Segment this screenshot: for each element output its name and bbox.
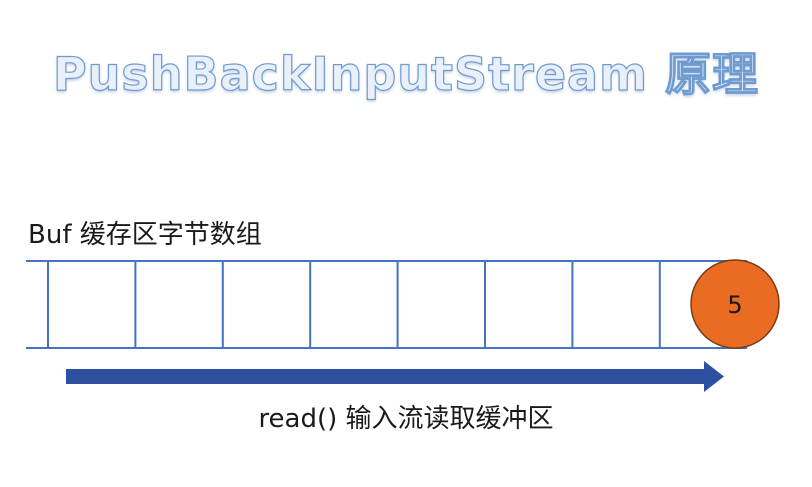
pushed-back-byte: 5 bbox=[690, 259, 780, 349]
buffer-cells bbox=[26, 260, 748, 349]
read-caption: read() 输入流读取缓冲区 bbox=[258, 404, 554, 434]
arrow-head bbox=[704, 361, 724, 392]
read-direction-arrow bbox=[66, 361, 724, 392]
pushed-back-value: 5 bbox=[727, 291, 742, 319]
arrow-shaft bbox=[66, 369, 706, 384]
